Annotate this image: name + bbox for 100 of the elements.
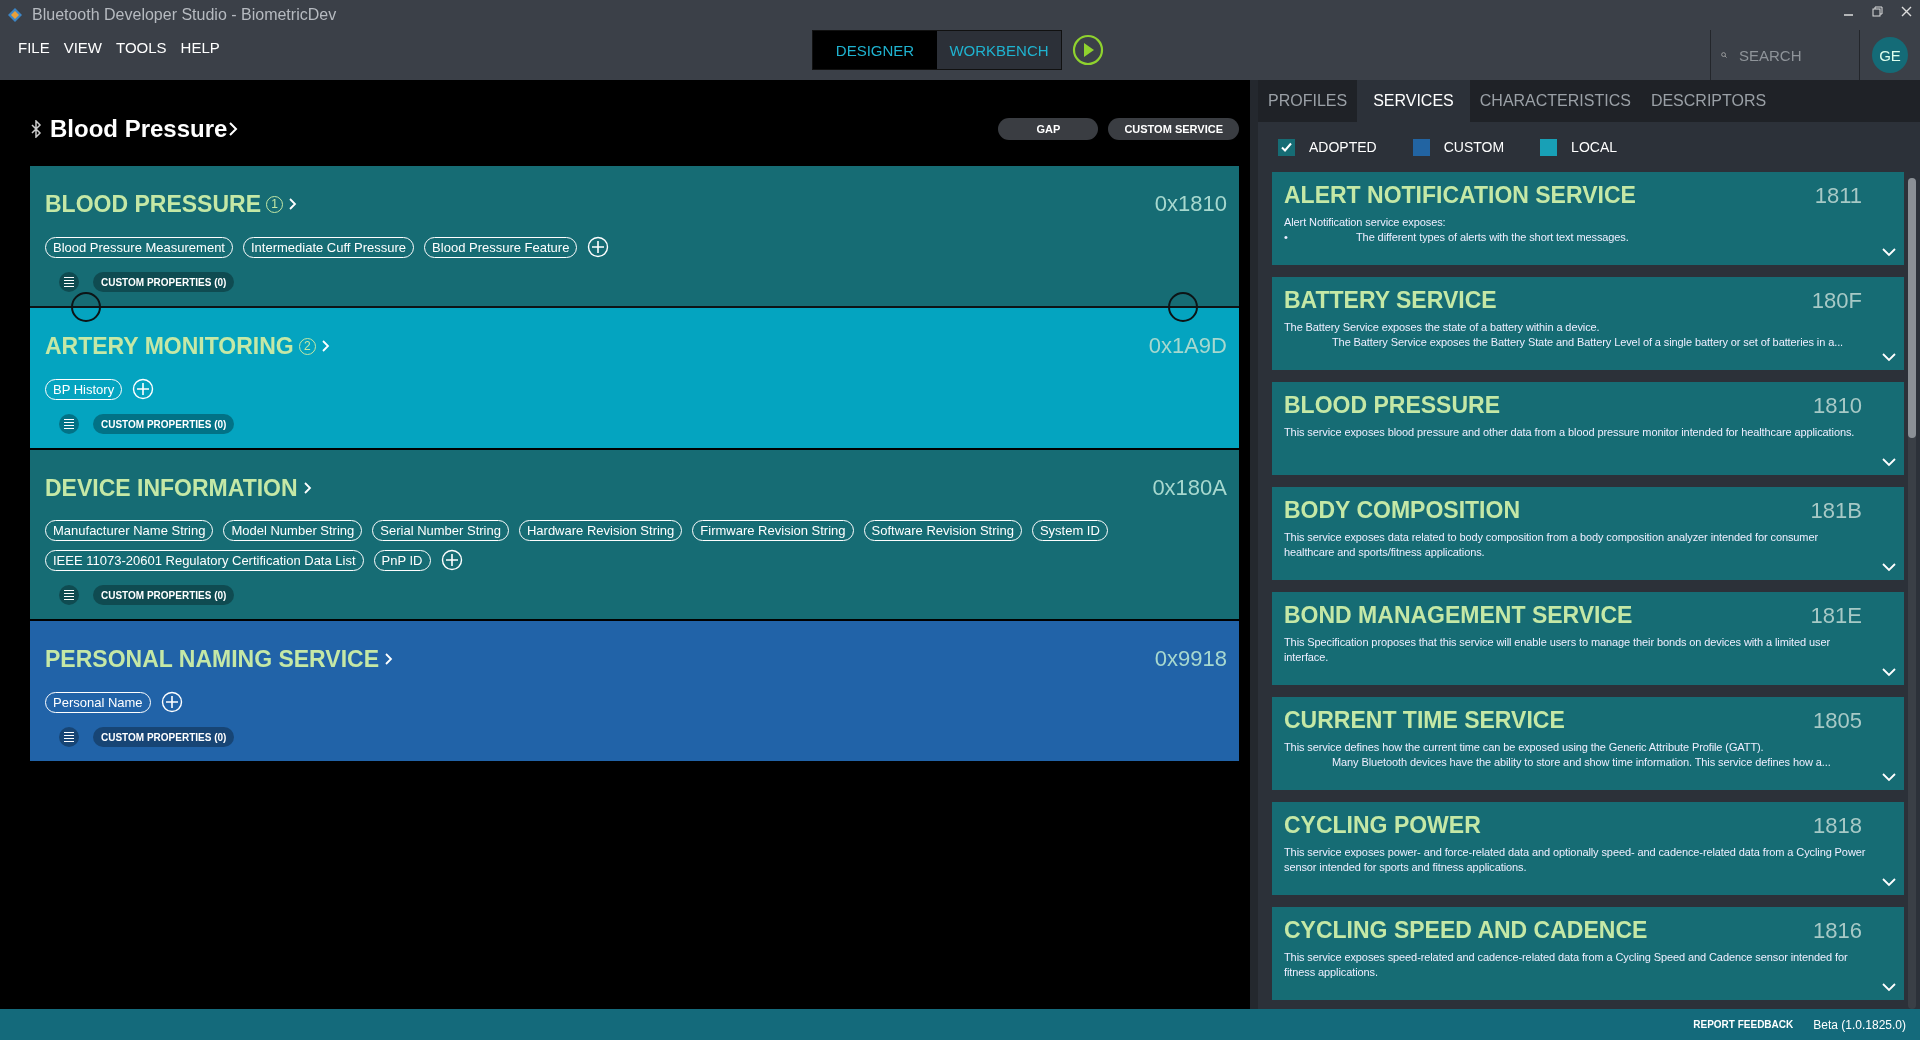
service-card[interactable]: PERSONAL NAMING SERVICE 0x9918 Personal Name CUSTOM PROPERTIES (0) [30, 621, 1239, 761]
service-tile[interactable]: ALERT NOTIFICATION SERVICE 1811 Alert Notification service exposes: • The different types of alerts with the short text messages. [1272, 172, 1904, 265]
chevron-down-icon[interactable] [1882, 353, 1896, 362]
add-icon[interactable] [587, 236, 610, 258]
filter-checkbox[interactable] [1278, 138, 1295, 156]
service-tile[interactable]: CYCLING SPEED AND CADENCE 1816 This service exposes speed-related and cadence-related data from a Cycling Speed and Cadence sensor intended for fitness applications. [1272, 907, 1904, 1000]
list-icon[interactable] [59, 585, 79, 605]
list-icon[interactable] [59, 727, 79, 747]
mode-tab[interactable]: DESIGNER [813, 31, 937, 69]
report-feedback-link[interactable]: REPORT FEEDBACK [1693, 1019, 1794, 1030]
filter-checkbox[interactable] [1412, 138, 1430, 156]
chevron-down-icon[interactable] [1882, 668, 1896, 677]
user-avatar[interactable]: GE [1872, 37, 1908, 73]
service-card[interactable] [30, 450, 1239, 619]
library-tab[interactable]: CHARACTERISTICS [1469, 80, 1641, 122]
service-card[interactable]: BLOOD PRESSURE 1 0x1810 Blood Pressure Measurement Intermediate Cuff Pressure Blood Pressure Feature CUSTOM PROPERTIES (0) [30, 166, 1239, 306]
service-description: The Battery Service exposes the Battery State and Battery Level of a single battery or set of batteries in a... [1331, 335, 1845, 350]
service-description: This service exposes blood pressure and other data from a blood pressure monitor intended for healthcare applications. [1284, 425, 1856, 440]
service-title: BATTERY SERVICE [1284, 287, 1497, 314]
scrollbar[interactable] [1908, 178, 1916, 1009]
service-title: PERSONAL NAMING SERVICE [45, 645, 379, 673]
service-tile[interactable]: BATTERY SERVICE 180F The Battery Service exposes the state of a battery within a device. The Battery Service exposes the Battery State and Battery Level of a single battery or set of batteries in a... [1272, 277, 1904, 370]
menu-item[interactable]: FILE [18, 39, 50, 56]
chevron-down-icon[interactable] [1882, 248, 1896, 257]
add-icon[interactable] [132, 378, 155, 400]
custom-properties-button[interactable]: CUSTOM PROPERTIES (0) [93, 414, 235, 434]
chevron-down-icon[interactable] [1882, 878, 1896, 887]
service-uuid: 1810 [1813, 392, 1862, 419]
service-uuid: 181E [1810, 602, 1862, 629]
chevron-right-icon[interactable] [227, 121, 240, 137]
menu-item[interactable]: VIEW [63, 39, 103, 56]
service-title: ALERT NOTIFICATION SERVICE [1284, 182, 1636, 209]
library-tab[interactable]: SERVICES [1357, 80, 1470, 122]
service-tile[interactable] [1272, 697, 1904, 790]
chevron-right-icon[interactable] [384, 652, 394, 666]
service-description: This service exposes speed-related and cadence-related data from a Cycling Speed and Cadence sensor intended for fitness applications. [1284, 950, 1849, 980]
service-title: BOND MANAGEMENT SERVICE [1284, 602, 1633, 629]
bluetooth-icon [30, 120, 42, 138]
service-title: BLOOD PRESSURE [1284, 392, 1500, 419]
service-uuid: 0x180A [1152, 475, 1227, 501]
service-description: The Battery Service exposes the state of a battery within a device. [1284, 320, 1601, 335]
mode-tab[interactable]: WORKBENCH [937, 31, 1061, 69]
custom-properties-button[interactable]: CUSTOM PROPERTIES (0) [93, 272, 235, 292]
chevron-down-icon[interactable] [1882, 563, 1896, 572]
service-uuid: 0x1A9D [1148, 333, 1227, 359]
service-tile[interactable]: BLOOD PRESSURE 1810 This service exposes blood pressure and other data from a blood pressure monitor intended for healthcare applications. [1272, 382, 1904, 475]
service-uuid: 0x9918 [1154, 646, 1227, 672]
service-description: Alert Notification service exposes: [1284, 215, 1447, 230]
library-tab[interactable]: PROFILES [1258, 80, 1358, 122]
chevron-right-icon[interactable] [288, 197, 298, 211]
play-icon[interactable] [1072, 34, 1104, 66]
service-uuid: 1805 [1813, 707, 1862, 734]
service-card[interactable]: ARTERY MONITORING 2 0x1A9D BP History CUSTOM PROPERTIES (0) [30, 308, 1239, 448]
list-icon[interactable] [59, 272, 79, 292]
bullet-mark: • [1284, 230, 1289, 245]
service-tile[interactable]: CYCLING POWER 1818 This service exposes power- and force-related data and optionally speed- and cadence-related data from a Cycling Power sensor intended for sports and fitness applications. [1272, 802, 1904, 895]
menu-item[interactable]: HELP [180, 39, 220, 56]
service-title: BODY COMPOSITION [1284, 497, 1520, 524]
service-description: The different types of alerts with the short text messages. [1356, 230, 1630, 245]
chevron-down-icon[interactable] [1882, 773, 1896, 782]
restore-icon[interactable] [1872, 6, 1883, 18]
filter-checkbox[interactable] [1540, 138, 1558, 156]
toolbar-button[interactable]: CUSTOM SERVICE [1108, 118, 1239, 140]
service-uuid: 1816 [1813, 917, 1862, 944]
service-title: CURRENT TIME SERVICE [1284, 707, 1565, 734]
service-uuid: 0x1810 [1154, 191, 1227, 217]
add-icon[interactable] [440, 549, 463, 571]
service-tile[interactable]: BOND MANAGEMENT SERVICE 181E This Specification proposes that this service will enable users to manage their bonds on devices with a limited user interface. [1272, 592, 1904, 685]
service-uuid: 1818 [1813, 812, 1862, 839]
chevron-right-icon[interactable] [302, 481, 313, 495]
checkmark-icon [1280, 141, 1293, 153]
service-uuid: 181B [1810, 497, 1862, 524]
service-title: ARTERY MONITORING [45, 332, 294, 360]
service-description: This service exposes data related to body composition from a body composition analyzer intended for consumer healthcare and sports/fitness applications. [1284, 530, 1819, 560]
filter-label: CUSTOM [1443, 139, 1505, 155]
close-icon[interactable] [1901, 6, 1912, 18]
custom-properties-button[interactable]: CUSTOM PROPERTIES (0) [93, 727, 235, 747]
service-title: CYCLING POWER [1284, 812, 1481, 839]
list-icon[interactable] [59, 414, 79, 434]
menu-item[interactable]: TOOLS [116, 39, 167, 56]
service-description: This Specification proposes that this service will enable users to manage their bonds on devices with a limited user interface. [1284, 635, 1832, 665]
version-label: Beta (1.0.1825.0) [1813, 1017, 1906, 1032]
chevron-down-icon[interactable] [1882, 983, 1896, 992]
filter-label: LOCAL [1571, 139, 1618, 155]
service-title: DEVICE INFORMATION [45, 474, 298, 502]
search-field[interactable]: SEARCH [1737, 45, 1841, 65]
service-tile[interactable]: BODY COMPOSITION 181B This service exposes data related to body composition from a body composition analyzer intended for consumer healthcare and sports/fitness applications. [1272, 487, 1904, 580]
service-description: This service exposes power- and force-related data and optionally speed- and cadence-related data from a Cycling Power sensor intended for sports and fitness applications. [1284, 845, 1867, 875]
app-logo-icon [6, 5, 24, 25]
service-uuid: 180F [1811, 287, 1862, 314]
profile-title: Blood Pressure [50, 115, 228, 143]
chevron-down-icon[interactable] [1882, 458, 1896, 467]
service-uuid: 1811 [1814, 182, 1862, 209]
library-tab[interactable]: DESCRIPTORS [1640, 80, 1777, 122]
filter-label: ADOPTED [1309, 139, 1377, 155]
service-title: BLOOD PRESSURE [45, 190, 261, 218]
toolbar-button[interactable]: GAP [998, 118, 1099, 140]
add-icon[interactable] [160, 691, 183, 713]
service-title: CYCLING SPEED AND CADENCE [1284, 917, 1648, 944]
custom-properties-button[interactable]: CUSTOM PROPERTIES (0) [93, 585, 235, 605]
